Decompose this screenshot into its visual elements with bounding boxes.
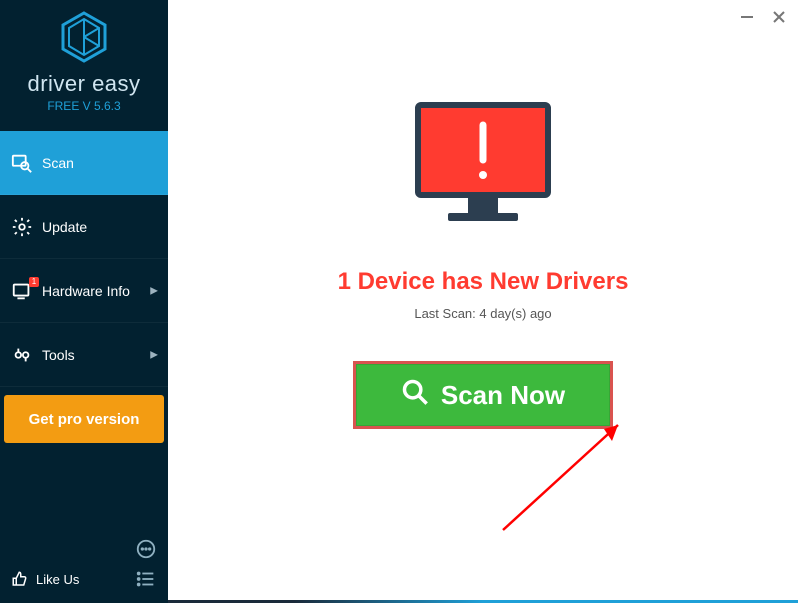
sidebar-item-label: Scan [42, 155, 74, 171]
minimize-button[interactable] [738, 8, 756, 26]
close-button[interactable] [770, 8, 788, 26]
sidebar-item-hardware-info[interactable]: 1 Hardware Info ▶ [0, 259, 168, 323]
chevron-right-icon: ▶ [150, 285, 158, 296]
main-content: 1 Device has New Drivers Last Scan: 4 da… [168, 0, 798, 603]
chat-icon[interactable] [134, 537, 158, 561]
app-logo-icon [57, 10, 111, 64]
sidebar-item-label: Hardware Info [42, 283, 130, 299]
sidebar-item-update[interactable]: Update [0, 195, 168, 259]
menu-list-icon[interactable] [134, 567, 158, 591]
brand-version: FREE V 5.6.3 [0, 99, 168, 113]
sidebar-item-label: Tools [42, 347, 75, 363]
last-scan-text: Last Scan: 4 day(s) ago [414, 306, 551, 321]
scan-now-label: Scan Now [441, 380, 565, 411]
scan-now-button[interactable]: Scan Now [353, 361, 613, 429]
gear-icon [8, 216, 36, 238]
headline-text: 1 Device has New Drivers [338, 268, 629, 296]
hardware-icon: 1 [8, 280, 36, 302]
magnifier-icon [401, 378, 429, 413]
hardware-badge: 1 [29, 277, 39, 287]
sidebar: driver easy FREE V 5.6.3 Scan [0, 0, 168, 603]
alert-monitor-icon [408, 100, 558, 240]
scan-icon [8, 152, 36, 174]
window-controls [738, 8, 788, 26]
sidebar-item-label: Update [42, 219, 87, 235]
brand-name: driver easy [0, 71, 168, 97]
sidebar-item-tools[interactable]: Tools ▶ [0, 323, 168, 387]
annotation-arrow [498, 415, 638, 535]
like-us-button[interactable]: Like Us [8, 570, 79, 588]
get-pro-label: Get pro version [29, 411, 140, 428]
tools-icon [8, 344, 36, 366]
chevron-right-icon: ▶ [150, 349, 158, 360]
logo-area: driver easy FREE V 5.6.3 [0, 0, 168, 121]
get-pro-button[interactable]: Get pro version [4, 395, 164, 443]
sidebar-nav: Scan Update 1 [0, 131, 168, 443]
sidebar-bottom: Like Us [0, 529, 168, 603]
sidebar-item-scan[interactable]: Scan [0, 131, 168, 195]
like-us-label: Like Us [36, 572, 79, 587]
thumbs-up-icon [8, 570, 32, 588]
